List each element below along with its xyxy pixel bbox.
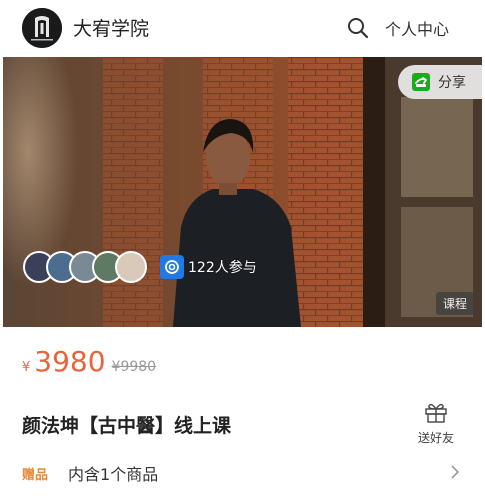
course-cover-image: 分享 122人参与 课程 <box>3 57 482 327</box>
brand-name: 大宥学院 <box>73 18 150 40</box>
chevron-right-icon <box>451 465 460 479</box>
price-currency: ¥ <box>22 360 31 375</box>
gift-icon <box>425 403 447 423</box>
brand-logo-mark <box>22 8 62 48</box>
gift-label: 送好友 <box>417 431 454 445</box>
top-header: 大宥学院 个人中心 <box>0 0 485 56</box>
share-label: 分享 <box>438 75 466 91</box>
share-button[interactable]: 分享 <box>398 65 482 99</box>
platform-icon <box>160 255 184 279</box>
participants-count: 122人参与 <box>188 260 257 276</box>
brand-logo[interactable] <box>22 8 62 48</box>
search-icon[interactable] <box>347 17 369 39</box>
course-type-tag: 课程 <box>435 292 474 315</box>
participant-avatar <box>115 251 147 283</box>
share-icon <box>412 73 430 91</box>
bonus-description: 内含1个商品 <box>68 465 159 484</box>
gift-to-friend-button[interactable]: 送好友 <box>412 401 460 446</box>
original-price: ¥9980 <box>111 359 157 375</box>
participants-strip: 122人参与 <box>23 250 257 284</box>
course-title: 颜法坤【古中醫】线上课 <box>22 415 232 437</box>
bonus-row[interactable]: 赠品 内含1个商品 <box>22 460 462 486</box>
current-price: 3980 <box>34 345 106 378</box>
price-row: ¥ 3980 ¥9980 <box>22 345 156 378</box>
bonus-tag: 赠品 <box>22 467 49 483</box>
user-center-link[interactable]: 个人中心 <box>385 16 449 40</box>
